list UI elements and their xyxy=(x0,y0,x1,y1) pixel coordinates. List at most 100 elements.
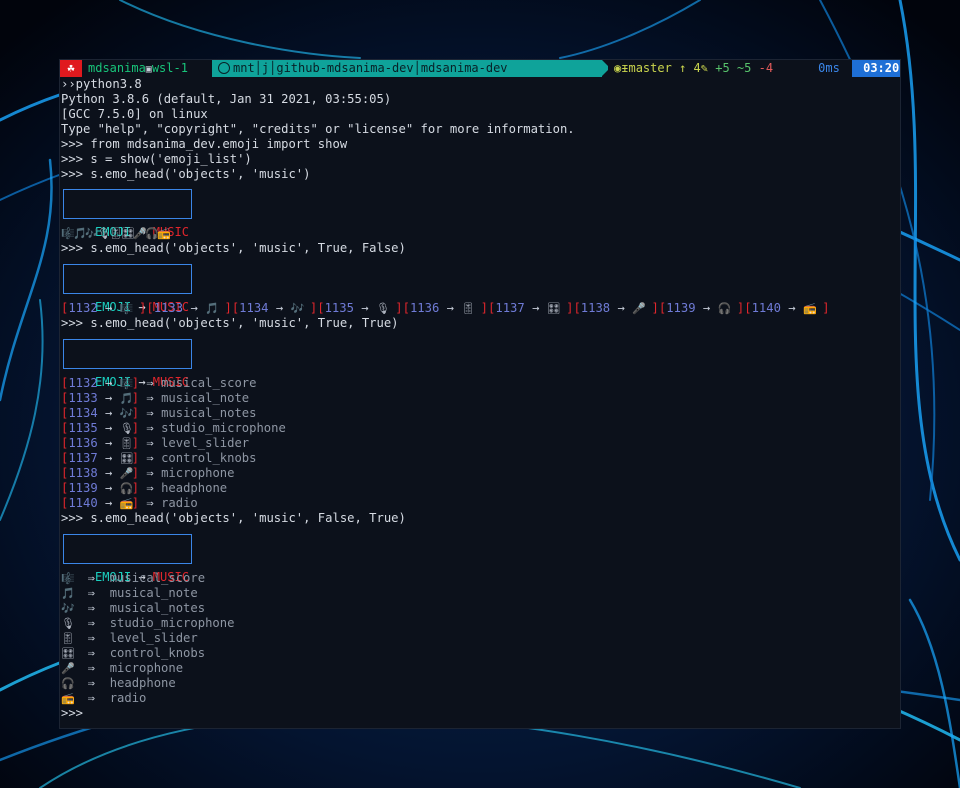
emoji-name: musical_notes xyxy=(109,601,206,615)
emoji-header-box: EMOJI → MUSIC xyxy=(63,339,192,389)
double-arrow: ⇒ xyxy=(139,496,162,510)
emoji-list-row: [1132 → 🎼] ⇒ musical_score xyxy=(61,376,256,391)
emoji-id-row: [1132 → 🎼 ][1133 → 🎵 ][1134 → 🎶 ][1135 →… xyxy=(61,301,830,316)
emoji-id: 1140 xyxy=(751,301,781,315)
double-arrow: ⇒ xyxy=(139,391,162,405)
emoji-id: 1134 xyxy=(68,406,98,420)
arrow-symbol: → xyxy=(524,301,547,315)
emoji-name-row: 🎶 ⇒ musical_notes xyxy=(61,601,205,616)
emoji-glyph: 🎵 xyxy=(119,392,134,405)
emoji-id: 1139 xyxy=(666,301,696,315)
emoji-glyph: 🎵 xyxy=(61,587,75,600)
double-arrow: ⇒ xyxy=(139,376,162,390)
prompt-user-segment: mdsanima▣wsl-1 xyxy=(82,60,210,77)
emoji-header-box: EMOJI → MUSIC xyxy=(63,534,192,584)
emoji-glyph: 📻 xyxy=(61,692,75,705)
emoji-name: musical_note xyxy=(109,586,198,600)
emoji-glyph: 🎚 xyxy=(61,632,75,645)
emoji-name: musical_notes xyxy=(161,406,257,420)
bracket: ] xyxy=(473,301,489,315)
emoji-glyph: 🎼 xyxy=(119,377,134,390)
emoji-name-row: 🎛 ⇒ control_knobs xyxy=(61,646,205,661)
emoji-list-row: [1134 → 🎶] ⇒ musical_notes xyxy=(61,406,256,421)
git-ahead: ↑ 4 xyxy=(679,61,701,75)
prompt-host: wsl-1 xyxy=(151,61,188,75)
terminal-line: >>> s.emo_head('objects', 'music') xyxy=(61,167,311,181)
emoji-list-row: [1138 → 🎤] ⇒ microphone xyxy=(61,466,234,481)
emoji-id: 1133 xyxy=(68,391,98,405)
arrow-symbol: → xyxy=(268,301,291,315)
emoji-id: 1137 xyxy=(495,301,525,315)
arrow-symbol: → xyxy=(97,406,120,420)
emoji-id: 1135 xyxy=(68,421,98,435)
emoji-list-row: [1137 → 🎛] ⇒ control_knobs xyxy=(61,451,256,466)
double-arrow: ⇒ xyxy=(139,421,162,435)
terminal-line: >>> s = show('emoji_list') xyxy=(61,152,252,166)
arrow-symbol: → xyxy=(97,376,120,390)
bracket: [ xyxy=(744,301,752,315)
double-arrow: ⇒ xyxy=(73,616,110,630)
emoji-inline-row: 🎼🎵🎶🎙🎚🎛🎤🎧📻 xyxy=(61,226,171,241)
emoji-id: 1136 xyxy=(68,436,98,450)
emoji-name-row: 🎵 ⇒ musical_note xyxy=(61,586,198,601)
arrow-symbol: → xyxy=(97,496,120,510)
emoji-glyph: 🎚 xyxy=(119,437,134,450)
bracket: ] xyxy=(729,301,745,315)
arrow-symbol: → xyxy=(439,301,462,315)
double-arrow: ⇒ xyxy=(139,406,162,420)
terminal-line: ››python3.8 xyxy=(61,77,142,91)
bracket: ] xyxy=(131,496,140,510)
arrow-symbol: → xyxy=(97,436,120,450)
emoji-name-row: 🎙 ⇒ studio_microphone xyxy=(61,616,234,631)
prompt-duration: 0ms xyxy=(806,60,852,77)
emoji-glyph: 🎶 xyxy=(85,227,99,240)
emoji-name: studio_microphone xyxy=(161,421,286,435)
bracket: ] xyxy=(131,421,140,435)
terminal-line: Python 3.8.6 (default, Jan 31 2021, 03:5… xyxy=(61,92,392,106)
prompt-time: 03:20:07 xyxy=(852,60,900,77)
terminal-line: [GCC 7.5.0] on linux xyxy=(61,107,208,121)
bracket: ] xyxy=(131,391,140,405)
bracket: ] xyxy=(131,301,147,315)
double-arrow: ⇒ xyxy=(73,571,110,585)
double-arrow: ⇒ xyxy=(73,631,110,645)
emoji-list-row: [1140 → 📻] ⇒ radio xyxy=(61,496,198,511)
emoji-glyph: 🎙 xyxy=(61,617,75,630)
emoji-glyph: 🎼 xyxy=(61,227,75,240)
emoji-glyph: 🎼 xyxy=(61,572,75,585)
emoji-name: headphone xyxy=(109,676,176,690)
double-arrow: ⇒ xyxy=(73,661,110,675)
emoji-glyph: 🎤 xyxy=(133,227,147,240)
bracket: ] xyxy=(217,301,232,315)
emoji-name: musical_note xyxy=(161,391,250,405)
bracket: [ xyxy=(146,301,154,315)
bracket: ] xyxy=(131,406,140,420)
emoji-glyph: 🎙 xyxy=(119,422,134,435)
emoji-glyph: 🎛 xyxy=(119,452,134,465)
arrow-symbol: → xyxy=(97,481,120,495)
folder-icon xyxy=(218,62,230,74)
terminal-line: >>> from mdsanima_dev.emoji import show xyxy=(61,137,348,151)
emoji-glyph: 🎧 xyxy=(61,677,75,690)
emoji-glyph: 🎤 xyxy=(632,302,646,315)
terminal-input-prompt[interactable]: >>> xyxy=(61,706,83,721)
emoji-id: 1137 xyxy=(68,451,98,465)
emoji-glyph: 🎙 xyxy=(375,302,390,315)
emoji-id: 1132 xyxy=(68,301,98,315)
terminal-line: Type "help", "copyright", "credits" or "… xyxy=(61,122,575,136)
emoji-name: musical_score xyxy=(109,571,206,585)
arrow-symbol: → xyxy=(183,301,206,315)
emoji-id: 1139 xyxy=(68,481,98,495)
emoji-glyph: 🎵 xyxy=(205,302,219,315)
emoji-glyph: 🎼 xyxy=(119,302,134,315)
bracket: ] xyxy=(387,301,403,315)
prompt-path-segment: mnt│j│github-mdsanima-dev│mdsanima-dev xyxy=(212,60,602,77)
bracket: [ xyxy=(573,301,581,315)
double-arrow: ⇒ xyxy=(139,436,162,450)
git-deleted: -4 xyxy=(758,61,774,75)
emoji-glyph: 🎤 xyxy=(119,467,134,480)
arrow-symbol: → xyxy=(97,391,120,405)
double-arrow: ⇒ xyxy=(73,586,110,600)
arrow-symbol: → xyxy=(97,301,120,315)
terminal-window[interactable]: ☘ mdsanima▣wsl-1 mnt│j│github-mdsanima-d… xyxy=(59,59,901,729)
